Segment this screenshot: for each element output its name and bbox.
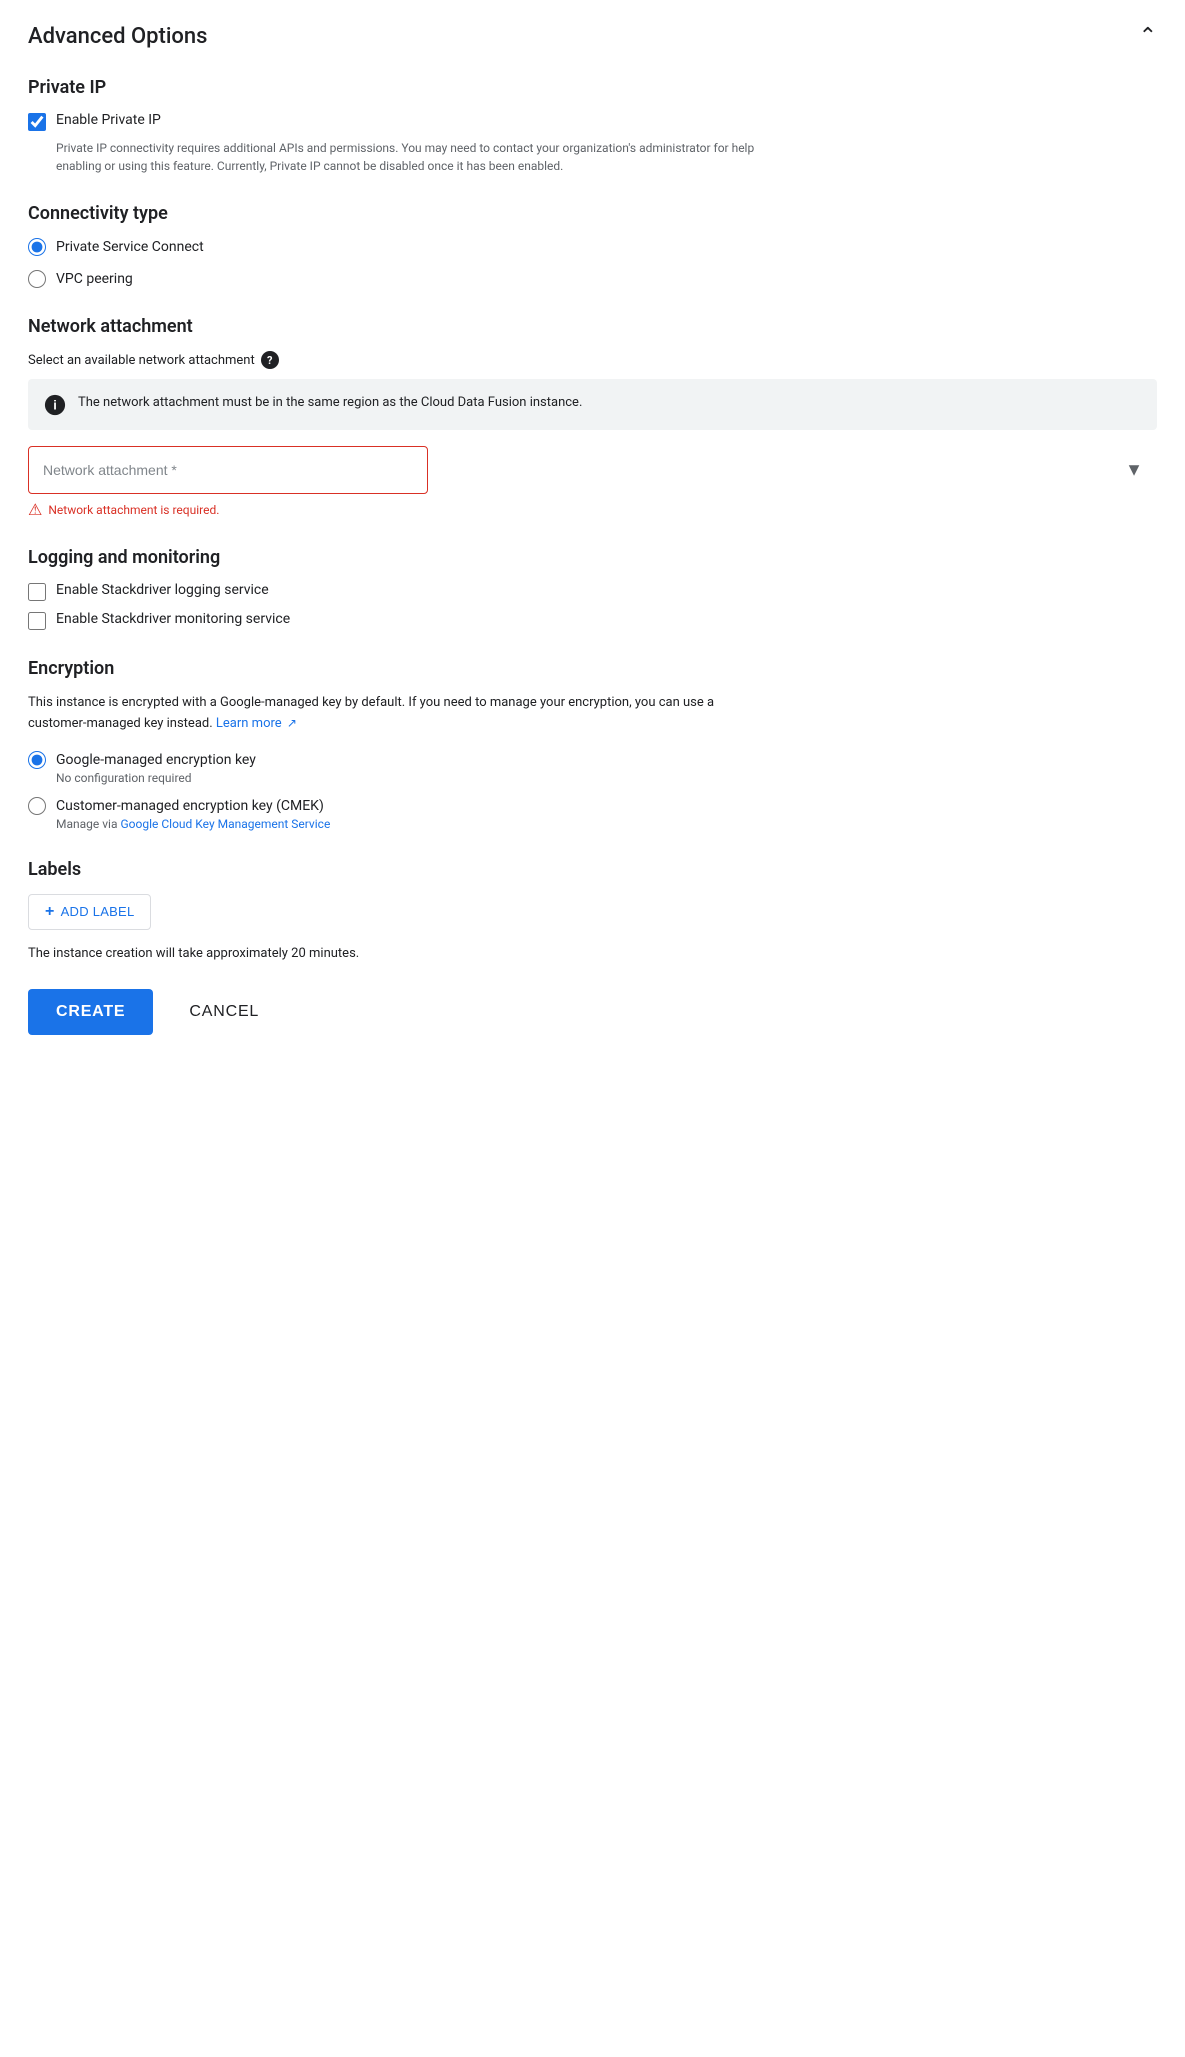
stackdriver-monitoring-label[interactable]: Enable Stackdriver monitoring service bbox=[56, 611, 290, 627]
add-label-button[interactable]: + ADD LABEL bbox=[28, 894, 151, 930]
footer-section: The instance creation will take approxim… bbox=[28, 946, 1157, 1035]
dropdown-arrow-icon: ▼ bbox=[1125, 460, 1143, 481]
enable-private-ip-checkbox[interactable] bbox=[28, 113, 46, 131]
labels-section: Labels + ADD LABEL bbox=[28, 859, 1157, 930]
google-managed-key-label[interactable]: Google-managed encryption key bbox=[56, 752, 256, 768]
cmek-subtext: Manage via Google Cloud Key Management S… bbox=[56, 817, 1157, 831]
logging-monitoring-title: Logging and monitoring bbox=[28, 547, 1157, 568]
psc-option-row: Private Service Connect bbox=[28, 238, 1157, 256]
svg-text:i: i bbox=[53, 398, 57, 413]
learn-more-link[interactable]: Learn more ↗ bbox=[216, 716, 297, 731]
external-link-icon: ↗ bbox=[287, 714, 297, 733]
add-label-text: ADD LABEL bbox=[61, 904, 135, 919]
network-attachment-select-label: Select an available network attachment ? bbox=[28, 351, 1157, 369]
cmek-kms-link[interactable]: Google Cloud Key Management Service bbox=[120, 817, 330, 831]
cmek-label[interactable]: Customer-managed encryption key (CMEK) bbox=[56, 798, 324, 814]
advanced-options-title: Advanced Options bbox=[28, 24, 207, 49]
plus-icon: + bbox=[45, 903, 55, 921]
network-attachment-error-text: Network attachment is required. bbox=[48, 503, 219, 517]
stackdriver-logging-row: Enable Stackdriver logging service bbox=[28, 582, 1157, 601]
connectivity-type-title: Connectivity type bbox=[28, 203, 1157, 224]
create-button[interactable]: CREATE bbox=[28, 989, 153, 1035]
cmek-option: Customer-managed encryption key (CMEK) M… bbox=[28, 797, 1157, 831]
encryption-title: Encryption bbox=[28, 658, 1157, 679]
connectivity-type-radio-group: Private Service Connect VPC peering bbox=[28, 238, 1157, 288]
private-ip-section: Private IP Enable Private IP Private IP … bbox=[28, 77, 1157, 175]
google-managed-key-subtext: No configuration required bbox=[56, 771, 1157, 785]
stackdriver-monitoring-row: Enable Stackdriver monitoring service bbox=[28, 611, 1157, 630]
labels-title: Labels bbox=[28, 859, 1157, 880]
google-managed-key-option: Google-managed encryption key No configu… bbox=[28, 751, 1157, 785]
network-attachment-info-box: i The network attachment must be in the … bbox=[28, 379, 1157, 430]
network-attachment-select[interactable]: Network attachment * bbox=[28, 446, 428, 494]
vpc-peering-radio[interactable] bbox=[28, 270, 46, 288]
encryption-description: This instance is encrypted with a Google… bbox=[28, 693, 728, 735]
network-attachment-error-row: ⚠ Network attachment is required. bbox=[28, 500, 1157, 519]
advanced-options-header: Advanced Options ⌃ bbox=[28, 24, 1157, 49]
private-ip-helper: Private IP connectivity requires additio… bbox=[56, 139, 756, 175]
cancel-button[interactable]: CANCEL bbox=[169, 989, 279, 1035]
vpc-peering-label[interactable]: VPC peering bbox=[56, 271, 133, 287]
stackdriver-logging-label[interactable]: Enable Stackdriver logging service bbox=[56, 582, 269, 598]
enable-private-ip-label[interactable]: Enable Private IP bbox=[56, 112, 161, 128]
action-buttons: CREATE CANCEL bbox=[28, 989, 1157, 1035]
collapse-icon[interactable]: ⌃ bbox=[1139, 24, 1157, 49]
psc-radio[interactable] bbox=[28, 238, 46, 256]
psc-label[interactable]: Private Service Connect bbox=[56, 239, 204, 255]
connectivity-type-section: Connectivity type Private Service Connec… bbox=[28, 203, 1157, 288]
network-attachment-section: Network attachment Select an available n… bbox=[28, 316, 1157, 519]
network-attachment-info-text: The network attachment must be in the sa… bbox=[78, 393, 582, 413]
help-icon[interactable]: ? bbox=[261, 351, 279, 369]
stackdriver-monitoring-checkbox[interactable] bbox=[28, 612, 46, 630]
logging-monitoring-section: Logging and monitoring Enable Stackdrive… bbox=[28, 547, 1157, 630]
vpc-peering-option-row: VPC peering bbox=[28, 270, 1157, 288]
private-ip-title: Private IP bbox=[28, 77, 1157, 98]
google-managed-key-radio[interactable] bbox=[28, 751, 46, 769]
error-icon: ⚠ bbox=[28, 500, 42, 519]
network-attachment-title: Network attachment bbox=[28, 316, 1157, 337]
encryption-section: Encryption This instance is encrypted wi… bbox=[28, 658, 1157, 831]
network-attachment-dropdown-container: Network attachment * ▼ bbox=[28, 446, 1157, 494]
instance-creation-note: The instance creation will take approxim… bbox=[28, 946, 1157, 961]
cmek-radio[interactable] bbox=[28, 797, 46, 815]
enable-private-ip-row: Enable Private IP bbox=[28, 112, 1157, 131]
stackdriver-logging-checkbox[interactable] bbox=[28, 583, 46, 601]
info-circle-icon: i bbox=[44, 394, 66, 416]
